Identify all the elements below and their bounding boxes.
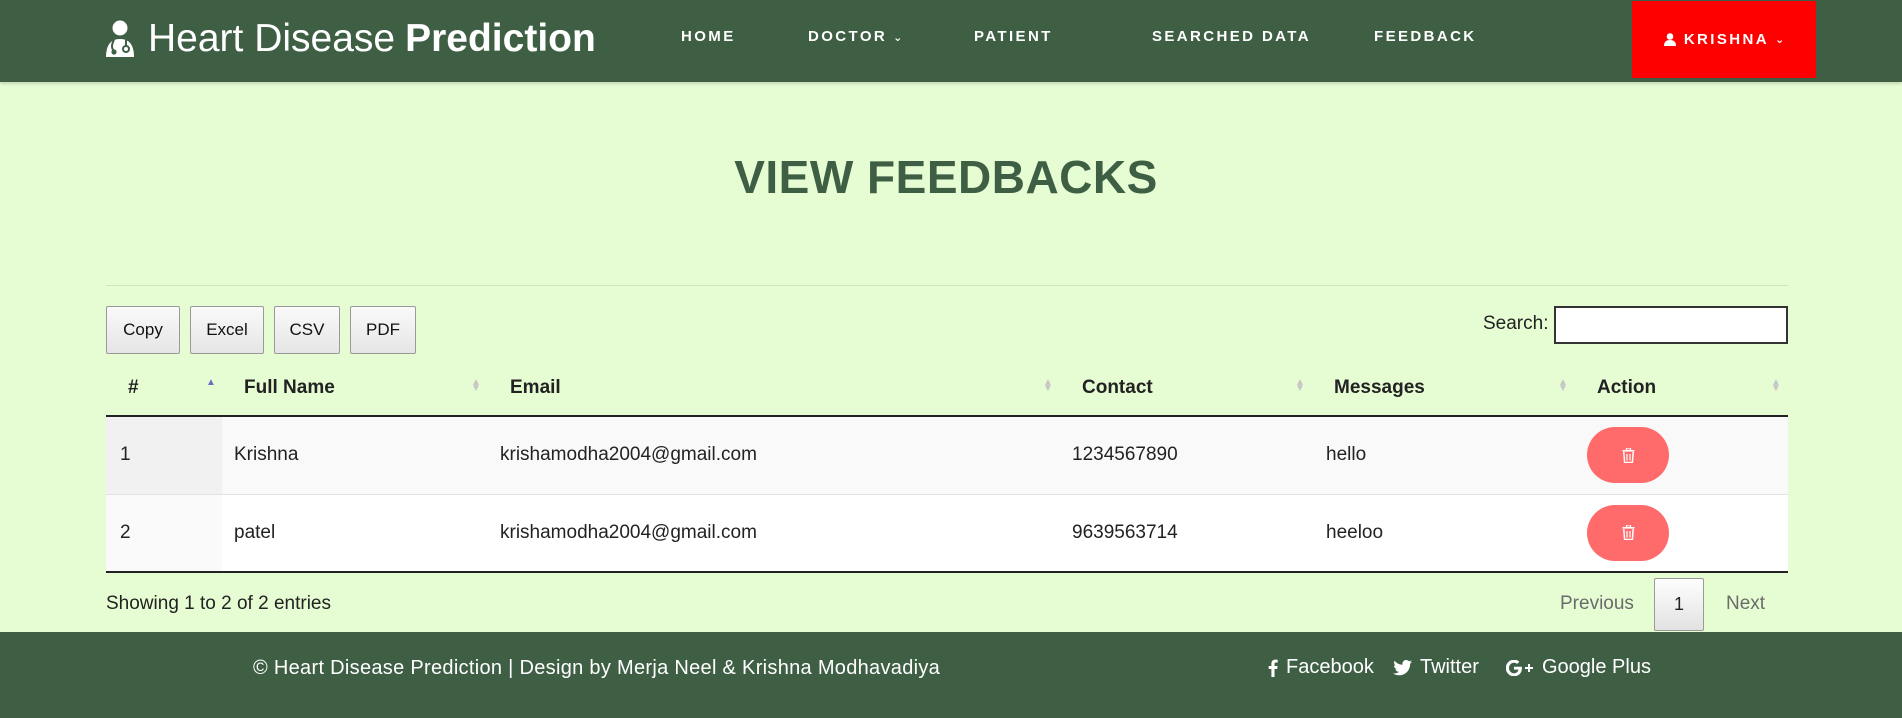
table-row: 1 Krishna krishamodha2004@gmail.com 1234…	[106, 416, 1788, 495]
sort-icon: ▲ ▼	[1295, 377, 1305, 394]
cell-contact: 1234567890	[1060, 416, 1312, 495]
column-header-full-name[interactable]: Full Name ▲ ▼	[222, 362, 488, 417]
cell-message: heeloo	[1312, 494, 1575, 573]
google-plus-label: Google Plus	[1542, 656, 1651, 678]
copy-button[interactable]: Copy	[106, 306, 180, 354]
pdf-button[interactable]: PDF	[350, 306, 416, 354]
top-navbar: Heart Disease Prediction HOME DOCTOR ⌄ PA…	[0, 0, 1902, 82]
twitter-label: Twitter	[1420, 656, 1479, 678]
column-header-label: Full Name	[244, 377, 335, 398]
csv-button[interactable]: CSV	[274, 306, 340, 354]
doctor-icon	[106, 20, 134, 57]
divider	[106, 285, 1788, 286]
cell-number: 1	[106, 416, 222, 495]
cell-email: krishamodha2004@gmail.com	[488, 494, 1060, 573]
sort-asc-icon: ▲	[206, 377, 216, 388]
google-plus-link[interactable]: Google Plus	[1506, 656, 1651, 679]
nav-patient[interactable]: PATIENT	[974, 28, 1053, 45]
delete-button[interactable]	[1587, 504, 1669, 561]
cell-action	[1575, 494, 1788, 573]
cell-full-name: Krishna	[222, 416, 488, 495]
facebook-link[interactable]: Facebook	[1268, 656, 1374, 679]
table-info: Showing 1 to 2 of 2 entries	[106, 593, 331, 614]
cell-message: hello	[1312, 416, 1575, 495]
column-header-label: Action	[1597, 377, 1657, 398]
feedback-table: # ▲ Full Name ▲ ▼ Email ▲ ▼ Contact ▲ ▼ Mes…	[106, 362, 1788, 573]
cell-number: 2	[106, 494, 222, 573]
user-icon	[1663, 33, 1676, 46]
column-header-contact[interactable]: Contact ▲ ▼	[1060, 362, 1312, 417]
nav-home-label: HOME	[681, 28, 736, 45]
trash-icon	[1622, 447, 1634, 463]
search-input[interactable]	[1554, 306, 1788, 344]
column-header-label: Contact	[1082, 377, 1153, 398]
excel-button[interactable]: Excel	[190, 306, 264, 354]
facebook-label: Facebook	[1286, 656, 1374, 678]
twitter-icon	[1393, 659, 1412, 675]
nav-searched-data-label: SEARCHED DATA	[1152, 28, 1311, 45]
page-title: VIEW FEEDBACKS	[734, 151, 1158, 203]
sort-icon: ▲ ▼	[471, 377, 481, 394]
user-menu-button[interactable]: KRISHNA ⌄	[1632, 1, 1816, 78]
brand-text-bold: Prediction	[405, 17, 596, 60]
nav-home[interactable]: HOME	[681, 28, 736, 45]
google-plus-icon	[1506, 659, 1533, 676]
sort-icon: ▲ ▼	[1771, 377, 1781, 394]
pagination-previous[interactable]: Previous	[1560, 593, 1634, 615]
column-header-email[interactable]: Email ▲ ▼	[488, 362, 1060, 417]
facebook-icon	[1268, 659, 1278, 677]
copyright-text: © Heart Disease Prediction | Design by M…	[253, 657, 941, 679]
table-header-row: # ▲ Full Name ▲ ▼ Email ▲ ▼ Contact ▲ ▼ Mes…	[106, 362, 1788, 417]
cell-action	[1575, 416, 1788, 495]
sort-icon: ▲ ▼	[1558, 377, 1568, 394]
cell-full-name: patel	[222, 494, 488, 573]
chevron-down-icon: ⌄	[893, 32, 903, 44]
trash-icon	[1622, 525, 1634, 541]
column-header-messages[interactable]: Messages ▲ ▼	[1312, 362, 1575, 417]
pagination-next[interactable]: Next	[1726, 593, 1765, 615]
column-header-label: Email	[510, 377, 561, 398]
brand-logo[interactable]: Heart Disease Prediction	[104, 14, 596, 64]
brand-text-light: Heart Disease	[148, 17, 396, 60]
column-header-label: Messages	[1334, 377, 1425, 398]
cell-email: krishamodha2004@gmail.com	[488, 416, 1060, 495]
nav-feedback[interactable]: FEEDBACK	[1374, 28, 1477, 45]
nav-patient-label: PATIENT	[974, 28, 1053, 45]
user-name: KRISHNA	[1683, 31, 1769, 48]
nav-doctor[interactable]: DOCTOR ⌄	[808, 28, 902, 45]
search-label: Search:	[1483, 313, 1549, 334]
column-header-action[interactable]: Action ▲ ▼	[1575, 362, 1788, 417]
delete-button[interactable]	[1587, 427, 1669, 484]
cell-contact: 9639563714	[1060, 494, 1312, 573]
chevron-down-icon: ⌄	[1774, 34, 1785, 46]
pagination-page-1[interactable]: 1	[1654, 578, 1704, 631]
column-header-number[interactable]: # ▲	[106, 362, 222, 417]
nav-searched-data[interactable]: SEARCHED DATA	[1152, 28, 1311, 45]
twitter-link[interactable]: Twitter	[1393, 656, 1479, 679]
sort-icon: ▲ ▼	[1043, 377, 1053, 394]
nav-feedback-label: FEEDBACK	[1374, 28, 1477, 45]
nav-doctor-label: DOCTOR	[808, 28, 888, 45]
table-row: 2 patel krishamodha2004@gmail.com 963956…	[106, 494, 1788, 573]
column-header-label: #	[128, 377, 139, 398]
site-footer: © Heart Disease Prediction | Design by M…	[0, 632, 1902, 718]
